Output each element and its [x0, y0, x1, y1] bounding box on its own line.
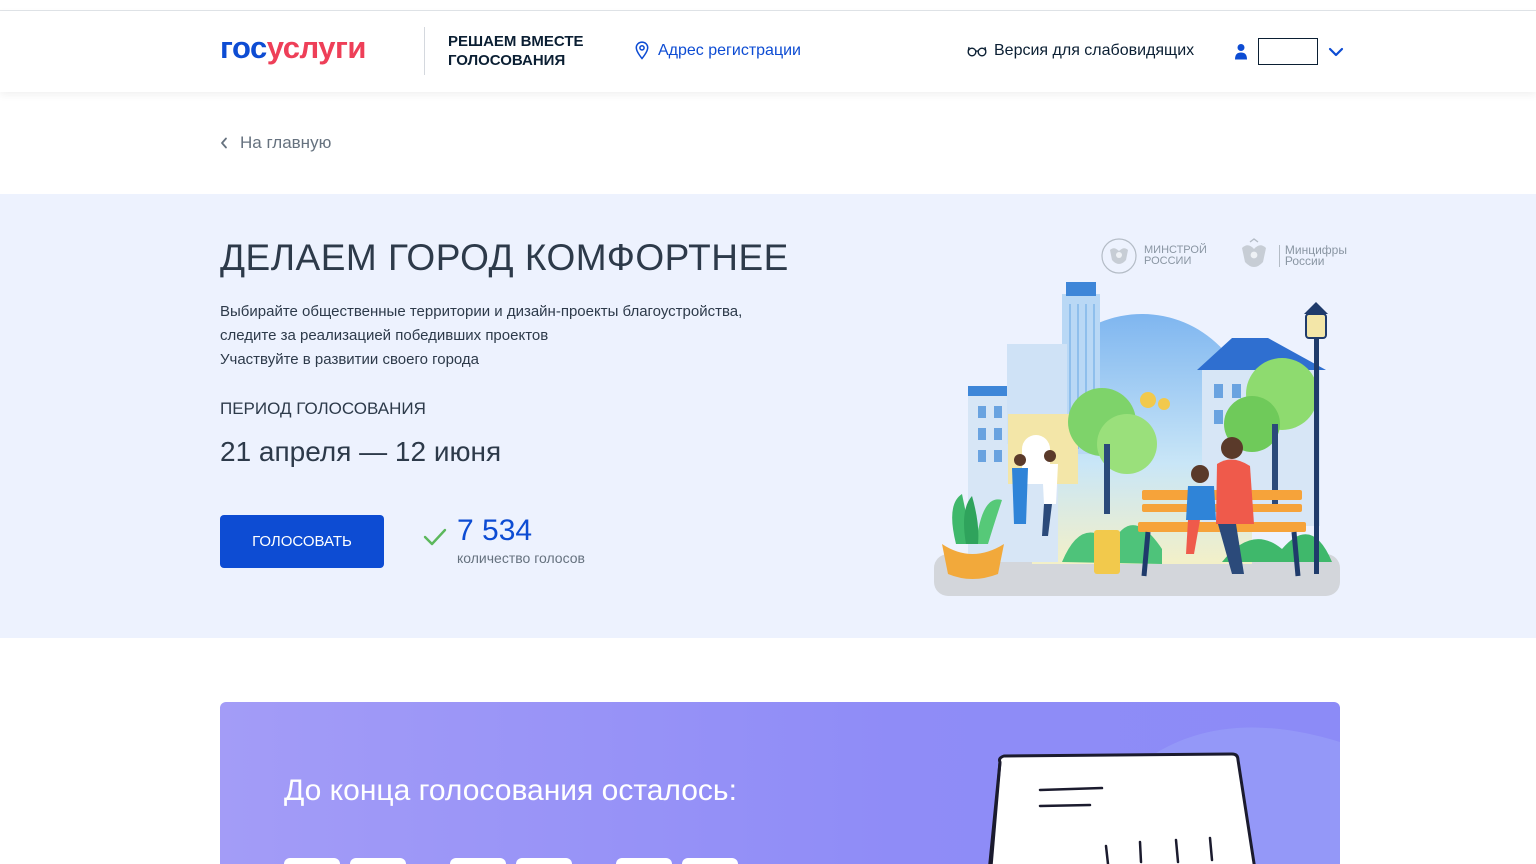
address-link-label: Адрес регистрации [658, 41, 801, 59]
countdown-section: До конца голосования осталось: [220, 702, 1340, 864]
votes-count-label: количество голосов [457, 550, 585, 566]
location-pin-icon [635, 41, 649, 60]
countdown-timer [284, 858, 738, 864]
hero-description: Выбирайте общественные территории и диза… [220, 300, 742, 372]
breadcrumb-label: На главную [240, 133, 332, 152]
ministry-logos: МИНСТРОЙ РОССИИ Минцифры России [1100, 236, 1347, 276]
votes-count: 7 534 [457, 514, 533, 547]
low-vision-link[interactable]: Версия для слабовидящих [967, 42, 1194, 60]
glasses-icon [967, 46, 987, 57]
chevron-down-icon[interactable] [1328, 44, 1344, 60]
ballot-box-illustration [988, 727, 1340, 864]
checkmark-icon [423, 528, 447, 546]
address-link[interactable]: Адрес регистрации [634, 41, 801, 60]
mintsifry-line2: России [1284, 254, 1325, 268]
mintsifry-logo: Минцифры России [1235, 236, 1347, 276]
logo-divider [424, 27, 425, 75]
voting-period: 21 апреля — 12 июня [220, 436, 502, 467]
site-header: госуслуги РЕШАЕМ ВМЕСТЕ ГОЛОСОВАНИЯ Адре… [0, 11, 1536, 92]
hero-desc-line: Выбирайте общественные территории и диза… [220, 303, 743, 320]
coat-of-arms-icon [1101, 238, 1137, 274]
chevron-left-icon [221, 137, 227, 149]
top-strip [0, 0, 1536, 11]
user-name-box[interactable] [1258, 38, 1318, 65]
countdown-digit [350, 858, 406, 864]
coat-of-arms-icon [1241, 238, 1266, 267]
minstroy-line2: РОССИИ [1144, 255, 1192, 267]
votes-counter: 7 534 количество голосов [423, 514, 585, 566]
logo-part-uslugi: услуги [266, 30, 367, 65]
city-park-illustration [934, 282, 1340, 596]
hero-section: ДЕЛАЕМ ГОРОД КОМФОРТНЕЕ Выбирайте общест… [0, 194, 1536, 638]
gosuslugi-logo[interactable]: госуслуги [220, 31, 366, 65]
user-icon [1235, 44, 1247, 60]
minstroy-logo: МИНСТРОЙ РОССИИ [1100, 236, 1207, 276]
logo-part-gos: гос [220, 30, 267, 65]
hero-title: ДЕЛАЕМ ГОРОД КОМФОРТНЕЕ [220, 237, 789, 278]
countdown-digit [682, 858, 738, 864]
hero-desc-line: следите за реализацией победивших проект… [220, 327, 549, 344]
countdown-digit [516, 858, 572, 864]
countdown-digit [616, 858, 672, 864]
period-label: ПЕРИОД ГОЛОСОВАНИЯ [220, 399, 426, 418]
vote-button[interactable]: ГОЛОСОВАТЬ [220, 515, 384, 568]
low-vision-label: Версия для слабовидящих [994, 42, 1195, 59]
countdown-title: До конца голосования осталось: [284, 774, 737, 807]
header-slogan: РЕШАЕМ ВМЕСТЕ ГОЛОСОВАНИЯ [448, 33, 584, 69]
user-menu[interactable] [1234, 38, 1344, 65]
countdown-digit [450, 858, 506, 864]
breadcrumb-back[interactable]: На главную [220, 133, 331, 153]
hero-desc-line: Участвуйте в развитии своего города [220, 351, 480, 368]
countdown-digit [284, 858, 340, 864]
